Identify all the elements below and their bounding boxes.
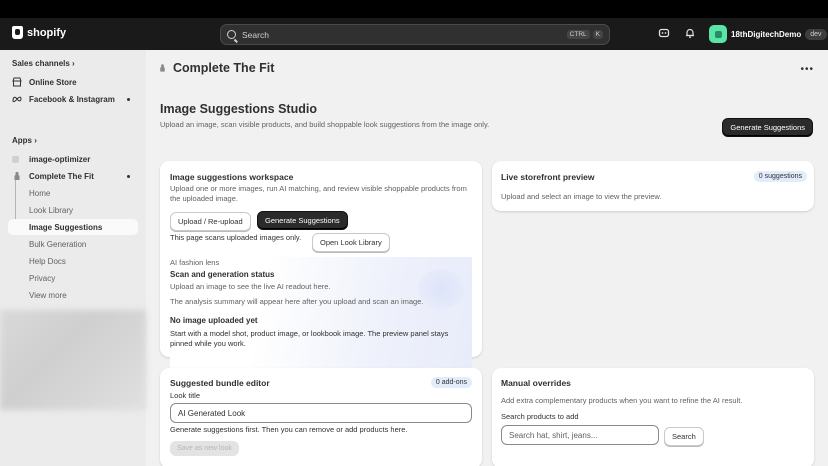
lens-glow [418,269,464,309]
bundle-editor-card: Suggested bundle editor 0 add-ons Look t… [160,368,482,466]
look-title-input[interactable] [170,403,472,423]
sidebar-item-online-store[interactable]: Online Store [8,74,138,90]
scan-note: This page scans uploaded images only. [170,233,302,242]
page-header: Complete The Fit [158,61,274,75]
sales-channels-header[interactable]: Sales channels › [12,59,75,68]
overrides-title: Manual overrides [501,378,571,388]
sidebar-sub-look-library[interactable]: Look Library [8,202,138,218]
top-bar: shopify CTRL K 18thDigitechDemo dev [0,18,828,50]
user-name: 18thDigitechDemo [731,29,802,39]
app-figure-icon [14,171,20,180]
product-search-input[interactable] [501,425,659,445]
sidebar: Sales channels › Online Store Facebook &… [0,50,146,466]
search-products-label: Search products to add [501,412,579,421]
sidebar-sub-bulk-generation[interactable]: Bulk Generation [8,236,138,252]
brand-name: shopify [27,26,67,39]
workspace-card: Image suggestions workspace Upload one o… [160,161,482,377]
generate-suggestions-button[interactable]: Generate Suggestions [257,211,348,230]
chevron-right-icon: › [72,59,75,68]
preview-title: Live storefront preview [501,172,595,182]
studio-title: Image Suggestions Studio [160,102,317,116]
product-search-button[interactable]: Search [664,427,704,446]
online-store-label: Online Store [29,77,77,87]
workspace-title: Image suggestions workspace [170,172,294,182]
kbd-k: K [592,30,603,39]
complete-the-fit-label: Complete The Fit [29,171,94,181]
sidebar-item-complete-the-fit[interactable]: Complete The Fit [8,168,138,184]
pin-dot-icon [127,97,130,101]
overrides-text: Add extra complementary products when yo… [501,396,743,405]
sales-channels-label: Sales channels [12,59,70,68]
status-title: Scan and generation status [170,270,275,279]
analysis-text: The analysis summary will appear here af… [170,297,424,306]
bell-icon[interactable] [684,27,696,39]
shopify-bag-icon [12,26,23,39]
blurred-region [0,310,146,410]
dev-badge: dev [805,28,827,40]
facebook-instagram-label: Facebook & Instagram [29,94,115,104]
global-search[interactable]: CTRL K [220,24,610,45]
chevron-right-icon: › [34,136,37,145]
preview-text: Upload and select an image to view the p… [501,192,662,201]
image-optimizer-label: image-optimizer [29,154,91,164]
store-icon [12,77,22,87]
lens-label: AI fashion lens [170,258,220,267]
store-avatar [709,25,727,43]
user-menu[interactable]: 18thDigitechDemo dev [709,25,827,43]
shopify-logo[interactable]: shopify [12,26,66,39]
app-figure-icon [160,64,165,72]
open-look-library-button[interactable]: Open Look Library [312,233,390,252]
studio-subtitle: Upload an image, scan visible products, … [160,120,490,129]
sidebar-sub-home[interactable]: Home [8,185,138,201]
suggestions-count-badge: 0 suggestions [753,171,807,182]
look-title-label: Look title [170,391,201,400]
top-icons [658,27,696,39]
search-input[interactable] [242,29,564,40]
sidebar-sub-view-more[interactable]: View more [8,287,138,303]
apps-header[interactable]: Apps › [12,136,37,145]
app-frame: shopify CTRL K 18thDigitechDemo dev Sale… [0,18,828,466]
save-as-new-look-button[interactable]: Save as new look [170,441,239,456]
preview-card: Live storefront preview 0 suggestions Up… [492,161,814,211]
search-icon [227,30,236,39]
status-text: Upload an image to see the live AI reado… [170,282,331,291]
sidebar-item-image-optimizer[interactable]: image-optimizer [8,151,138,167]
more-actions-icon[interactable]: ••• [800,64,814,75]
addons-count-badge: 0 add-ons [430,377,472,388]
kbd-ctrl: CTRL [566,30,590,39]
sidebar-sub-image-suggestions[interactable]: Image Suggestions [8,219,138,235]
workspace-description: Upload one or more images, run AI matchi… [170,184,467,203]
no-image-title: No image uploaded yet [170,316,258,325]
sidebar-sub-help-docs[interactable]: Help Docs [8,253,138,269]
no-image-text: Start with a model shot, product image, … [170,329,449,348]
bundle-title: Suggested bundle editor [170,378,270,388]
sidebar-item-facebook-instagram[interactable]: Facebook & Instagram [8,91,138,107]
apps-label: Apps [12,136,32,145]
sidebar-sub-privacy[interactable]: Privacy [8,270,138,286]
app-icon [12,155,19,163]
meta-icon [12,96,22,103]
pin-dot-icon [127,174,130,178]
main-content: Complete The Fit ••• Image Suggestions S… [146,50,828,466]
bundle-help-text: Generate suggestions first. Then you can… [170,425,408,434]
page-title: Complete The Fit [173,61,275,75]
manual-overrides-card: Manual overrides Add extra complementary… [492,368,814,466]
sidekick-icon[interactable] [658,27,670,39]
upload-button[interactable]: Upload / Re-upload [170,212,251,231]
generate-suggestions-header-button[interactable]: Generate Suggestions [722,118,813,137]
